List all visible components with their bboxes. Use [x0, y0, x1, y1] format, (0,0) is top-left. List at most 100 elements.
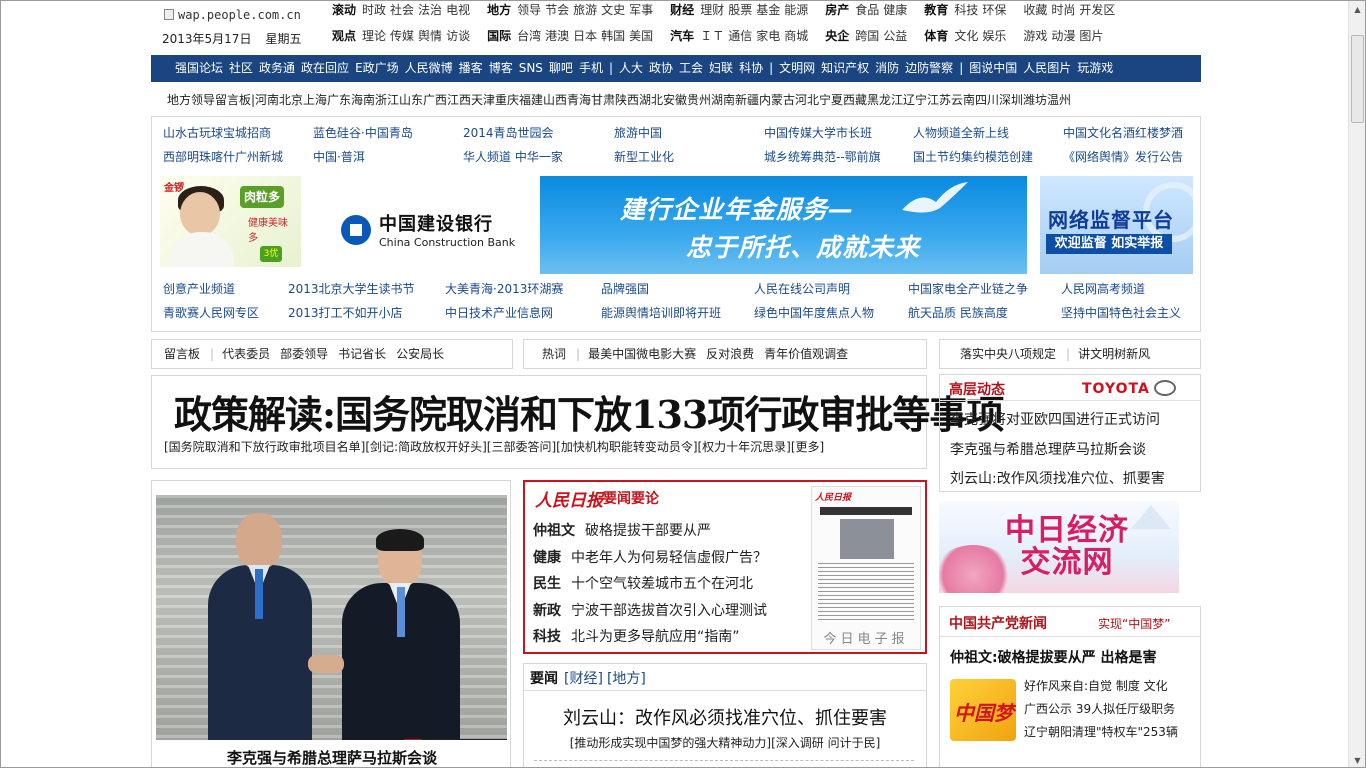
blue-nav-link[interactable]: SNS	[519, 61, 543, 75]
promo-link[interactable]: 2013打工不如开小店	[288, 304, 403, 321]
promo-link[interactable]: 《网络舆情》发行公告	[1063, 148, 1183, 165]
scrollbar-thumb[interactable]	[1351, 35, 1364, 123]
promo-link[interactable]: 能源舆情培训即将开班	[601, 304, 721, 321]
promo-link[interactable]: 山水古玩球宝城招商	[163, 124, 271, 141]
blue-nav-link[interactable]: 政务通	[259, 61, 295, 75]
channel-link[interactable]: 文史	[601, 3, 625, 17]
channel-link[interactable]: 理财	[700, 3, 724, 17]
china-japan-economy-ad[interactable]: 中日经济 交流网	[939, 501, 1179, 593]
channel-link[interactable]: ＩＴ	[700, 29, 724, 43]
party-news-item[interactable]: 辽宁朝阳清理"特权车"253辆	[1024, 723, 1178, 740]
blue-nav-link[interactable]: 玩游戏	[1077, 61, 1113, 75]
pill-link[interactable]: 公安局长	[396, 347, 444, 361]
blue-nav-link[interactable]: 工会	[679, 61, 703, 75]
wap-link[interactable]: wap.people.com.cn	[164, 8, 301, 22]
top-news-lead[interactable]: 刘云山：改作风必须找准穴位、抓住要害	[524, 704, 926, 730]
channel-link[interactable]: 动漫	[1051, 29, 1075, 43]
channel-link[interactable]: 游戏	[1023, 29, 1047, 43]
daily-news-tag[interactable]: 仲祖文	[533, 523, 575, 539]
pill-link[interactable]: 青年价值观调查	[764, 347, 848, 361]
channel-link[interactable]: 港澳	[545, 29, 569, 43]
channel-link[interactable]: 跨国	[855, 29, 879, 43]
pill-link[interactable]: 讲文明树新风	[1078, 347, 1150, 361]
channel-link[interactable]: 开发区	[1079, 3, 1115, 17]
channel-head[interactable]: 央企	[825, 29, 849, 43]
channel-link[interactable]: 娱乐	[982, 29, 1006, 43]
promo-link[interactable]: 华人频道 中华一家	[463, 148, 563, 165]
promo-link[interactable]: 绿色中国年度焦点人物	[754, 304, 874, 321]
headline-title[interactable]: 政策解读:国务院取消和下放133项行政审批等事项	[174, 384, 1004, 439]
news-photo[interactable]: 123456	[156, 495, 507, 740]
channel-link[interactable]: 通信	[728, 29, 752, 43]
channel-link[interactable]: 时尚	[1051, 3, 1075, 17]
daily-news-row[interactable]: 科技 北斗为更多导航应用“指南”	[533, 626, 740, 646]
channel-link[interactable]: 访谈	[446, 29, 470, 43]
peoples-daily-logo[interactable]: 人民日报	[535, 486, 603, 511]
channel-link[interactable]: 舆情	[418, 29, 442, 43]
blue-nav-link[interactable]: 强国论坛	[175, 61, 223, 75]
pill-link[interactable]: 热词	[542, 347, 566, 361]
leaders-news-item[interactable]: 刘云山:改作风须找准穴位、抓要害	[950, 468, 1165, 488]
channel-link[interactable]: 公益	[883, 29, 907, 43]
daily-news-text[interactable]: 北斗为更多导航应用“指南”	[571, 629, 740, 645]
promo-link[interactable]: 2013北京大学生读书节	[288, 280, 415, 297]
blue-nav-link[interactable]: 妇联	[709, 61, 733, 75]
channel-link[interactable]: 节会	[545, 3, 569, 17]
promo-link[interactable]: 中国传媒大学市长班	[764, 124, 872, 141]
channel-link[interactable]: 法治	[418, 3, 442, 17]
channel-link[interactable]: 理论	[362, 29, 386, 43]
promo-link[interactable]: 人物频道全新上线	[913, 124, 1009, 141]
channel-link[interactable]: 台湾	[517, 29, 541, 43]
blue-nav-link[interactable]: 边防警察	[905, 61, 953, 75]
daily-news-text[interactable]: 宁波干部选拔首次引入心理测试	[571, 603, 767, 619]
blue-nav-link[interactable]: 人民微博	[405, 61, 453, 75]
pill-link[interactable]: 落实中央八项规定	[960, 347, 1056, 361]
slide-page-button[interactable]: 1	[404, 739, 422, 740]
daily-news-tag[interactable]: 新政	[533, 603, 561, 619]
channel-link[interactable]: 图片	[1079, 29, 1103, 43]
channel-link[interactable]: 文化	[954, 29, 978, 43]
daily-news-row[interactable]: 新政 宁波干部选拔首次引入心理测试	[533, 600, 767, 620]
daily-news-tag[interactable]: 民生	[533, 576, 561, 592]
pill-link[interactable]: 书记省长	[338, 347, 386, 361]
daily-news-text[interactable]: 中老年人为何易轻信虚假广告？	[571, 550, 767, 566]
promo-link[interactable]: 旅游中国	[614, 124, 662, 141]
blue-nav-link[interactable]: 聊吧	[549, 61, 573, 75]
channel-link[interactable]: 领导	[517, 3, 541, 17]
channel-link[interactable]: 健康	[883, 3, 907, 17]
channel-link[interactable]: 韩国	[601, 29, 625, 43]
scroll-up-arrow-icon[interactable]: ▲	[1349, 1, 1365, 18]
daily-news-tag[interactable]: 科技	[533, 629, 561, 645]
promo-link[interactable]: 国土节约集约模范创建	[913, 148, 1033, 165]
party-news-title[interactable]: 中国共产党新闻	[949, 613, 1047, 633]
slide-page-button[interactable]: 2	[422, 739, 440, 740]
promo-link[interactable]: 坚持中国特色社会主义	[1061, 304, 1181, 321]
pill-link[interactable]: 最美中国微电影大赛	[588, 347, 696, 361]
blue-nav-link[interactable]: 消防	[875, 61, 899, 75]
promo-link[interactable]: 蓝色硅谷·中国青岛	[313, 124, 413, 141]
channel-link[interactable]: 食品	[855, 3, 879, 17]
peoples-daily-title[interactable]: 要闻要论	[603, 488, 659, 508]
blue-nav-link[interactable]: 文明网	[779, 61, 815, 75]
promo-link[interactable]: 中日技术产业信息网	[445, 304, 553, 321]
blue-nav-link[interactable]: E政广场	[355, 61, 399, 75]
channel-link[interactable]: 商城	[784, 29, 808, 43]
blue-nav-link[interactable]: 知识产权	[821, 61, 869, 75]
promo-link[interactable]: 2014青岛世园会	[463, 124, 554, 141]
ccb-ad-banner[interactable]: 中国建设银行 China Construction Bank 建行企业年金服务—…	[327, 176, 1027, 274]
leaders-news-item[interactable]: 李克强与希腊总理萨马拉斯会谈	[950, 439, 1146, 459]
channel-link[interactable]: 股票	[728, 3, 752, 17]
promo-link[interactable]: 航天品质 民族高度	[908, 304, 1008, 321]
blue-nav-link[interactable]: 政协	[649, 61, 673, 75]
channel-head[interactable]: 观点	[332, 29, 356, 43]
news-tab[interactable]: [地方]	[607, 671, 646, 687]
jinluo-ad-banner[interactable]: 金锣 肉粒多 健康美味多 3优	[160, 176, 301, 267]
epaper-thumbnail[interactable]: 人民日报 今日电子报	[811, 486, 921, 650]
promo-link[interactable]: 新型工业化	[614, 148, 674, 165]
promo-link[interactable]: 城乡统筹典范--鄂前旗	[764, 148, 881, 165]
promo-link[interactable]: 中国文化名酒红楼梦酒	[1063, 124, 1183, 141]
channel-link[interactable]: 能源	[784, 3, 808, 17]
china-dream-link[interactable]: 实现“中国梦”	[1098, 615, 1170, 632]
party-news-item[interactable]: 好作风来自:自觉 制度 文化	[1024, 677, 1168, 694]
channel-head[interactable]: 地方	[487, 3, 511, 17]
